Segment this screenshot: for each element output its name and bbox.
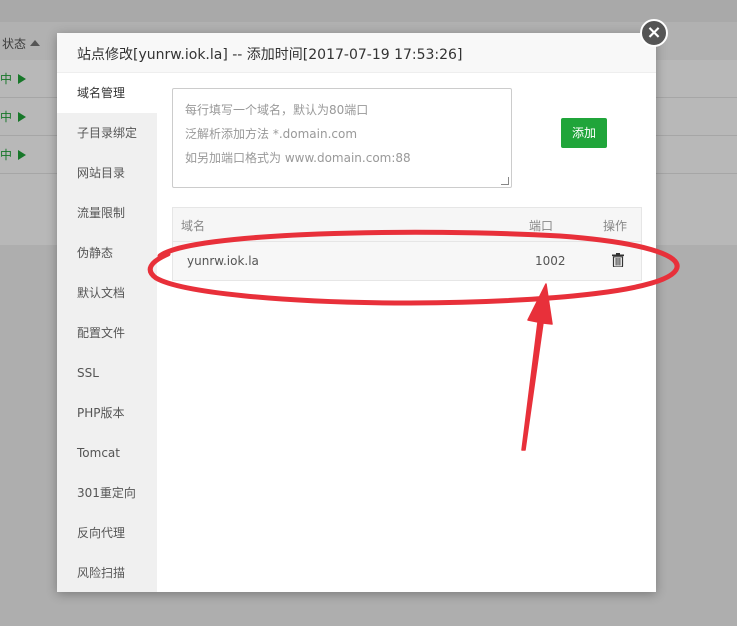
modal-title: 站点修改[yunrw.iok.la] -- 添加时间[2017-07-19 17… — [77, 47, 463, 63]
resize-handle-icon[interactable] — [501, 177, 509, 185]
add-domain-button[interactable]: 添加 — [561, 118, 607, 148]
column-header-port: 端口 — [529, 219, 554, 233]
domain-input-placeholder-line: 如另加端口格式为 www.domain.com:88 — [185, 151, 411, 165]
sidebar-item-tomcat[interactable]: Tomcat — [57, 433, 157, 473]
column-header-domain: 域名 — [181, 219, 206, 233]
screen: 状态 中 中 中 站点修改[yunrw.iok.la] -- 添加时间[2017… — [0, 0, 737, 626]
table-row: yunrw.iok.la 1002 — [173, 242, 641, 280]
domain-management-panel: 每行填写一个域名，默认为80端口 泛解析添加方法 *.domain.com 如另… — [157, 73, 656, 592]
sidebar-item-default-document[interactable]: 默认文档 — [57, 273, 157, 313]
domain-input-placeholder-line: 每行填写一个域名，默认为80端口 — [185, 103, 369, 117]
sidebar-item-301-redirect[interactable]: 301重定向 — [57, 473, 157, 513]
domain-cell: yunrw.iok.la — [187, 254, 259, 268]
sidebar-item-config-file[interactable]: 配置文件 — [57, 313, 157, 353]
column-header-action: 操作 — [603, 219, 628, 233]
sidebar-item-ssl[interactable]: SSL — [57, 353, 157, 393]
modal-sidebar: 域名管理 子目录绑定 网站目录 流量限制 伪静态 默认文档 配置文件 SSL P… — [57, 73, 157, 592]
domain-input[interactable]: 每行填写一个域名，默认为80端口 泛解析添加方法 *.domain.com 如另… — [172, 88, 512, 188]
site-edit-modal: 站点修改[yunrw.iok.la] -- 添加时间[2017-07-19 17… — [57, 33, 656, 592]
port-cell: 1002 — [535, 254, 566, 268]
trash-icon[interactable] — [612, 253, 624, 267]
sidebar-item-rewrite[interactable]: 伪静态 — [57, 233, 157, 273]
sidebar-item-subdirectory-binding[interactable]: 子目录绑定 — [57, 113, 157, 153]
sidebar-item-php-version[interactable]: PHP版本 — [57, 393, 157, 433]
sidebar-item-reverse-proxy[interactable]: 反向代理 — [57, 513, 157, 553]
sidebar-item-risk-scan[interactable]: 风险扫描 — [57, 553, 157, 593]
modal-header: 站点修改[yunrw.iok.la] -- 添加时间[2017-07-19 17… — [57, 33, 656, 73]
sidebar-item-site-directory[interactable]: 网站目录 — [57, 153, 157, 193]
sidebar-item-traffic-limit[interactable]: 流量限制 — [57, 193, 157, 233]
domain-input-placeholder-line: 泛解析添加方法 *.domain.com — [185, 127, 358, 141]
close-modal-button[interactable]: × — [640, 19, 668, 47]
domain-table: 域名 端口 操作 yunrw.iok.la 1002 — [172, 207, 642, 281]
sidebar-item-domain-management[interactable]: 域名管理 — [57, 73, 157, 113]
domain-table-header: 域名 端口 操作 — [173, 208, 641, 242]
